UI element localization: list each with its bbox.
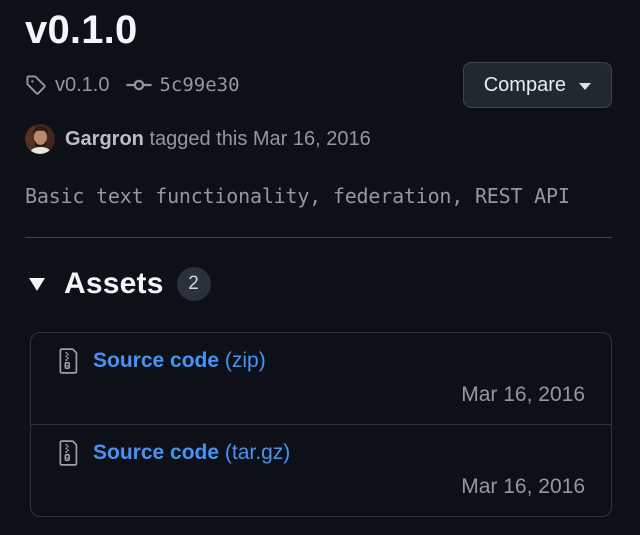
release-header-row: v0.1.0 5c99e30 Compare [25, 62, 612, 108]
git-commit-icon [125, 74, 153, 96]
release-title: v0.1.0 [25, 6, 612, 54]
section-divider [25, 237, 612, 238]
asset-link-targz[interactable]: Source code (tar.gz) [93, 441, 290, 465]
chevron-down-icon [579, 83, 591, 90]
assets-heading: Assets [64, 267, 164, 301]
assets-list: Source code (zip) Mar 16, 2016 Source co… [30, 332, 612, 517]
asset-date: Mar 16, 2016 [57, 383, 585, 407]
avatar[interactable] [25, 124, 55, 154]
asset-date: Mar 16, 2016 [57, 475, 585, 499]
tagged-this-text: tagged this [149, 128, 247, 150]
file-zip-icon [57, 440, 80, 466]
triangle-down-icon [29, 278, 45, 291]
release-description: Basic text functionality, federation, RE… [25, 184, 612, 208]
assets-toggle[interactable]: Assets 2 [25, 267, 211, 301]
commit-sha: 5c99e30 [159, 74, 239, 96]
release-meta: v0.1.0 5c99e30 [25, 74, 240, 97]
asset-row-zip: Source code (zip) Mar 16, 2016 [31, 333, 611, 424]
tag-icon [25, 74, 47, 96]
asset-link-zip[interactable]: Source code (zip) [93, 349, 266, 373]
author-name[interactable]: Gargron [65, 128, 144, 150]
compare-button[interactable]: Compare [463, 62, 612, 108]
commit-link[interactable]: 5c99e30 [125, 74, 239, 96]
author-row: Gargron tagged this Mar 16, 2016 [25, 124, 612, 154]
assets-count-badge: 2 [177, 267, 211, 301]
compare-button-label: Compare [484, 74, 566, 97]
tagged-line: Gargron tagged this Mar 16, 2016 [65, 128, 371, 151]
file-zip-icon [57, 348, 80, 374]
release-page: v0.1.0 v0.1.0 5c99e30 Comp [0, 0, 640, 517]
tagged-date: Mar 16, 2016 [253, 128, 371, 150]
asset-row-targz: Source code (tar.gz) Mar 16, 2016 [31, 424, 611, 516]
tag-name-label: v0.1.0 [55, 74, 109, 97]
